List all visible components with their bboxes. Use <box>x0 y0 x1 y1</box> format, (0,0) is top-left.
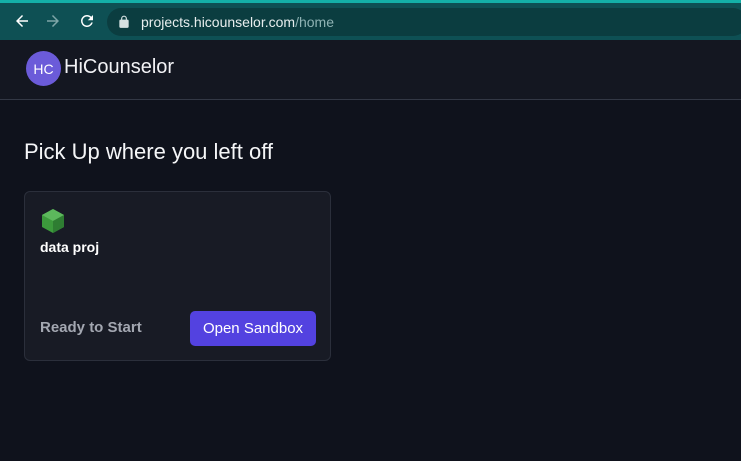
forward-button[interactable] <box>42 10 64 32</box>
app-header: HC HiCounselor <box>0 40 741 100</box>
back-button[interactable] <box>11 10 33 32</box>
open-sandbox-button[interactable]: Open Sandbox <box>190 311 316 346</box>
browser-toolbar: projects.hicounselor.com/home <box>0 0 741 40</box>
url-path: /home <box>295 14 334 30</box>
address-bar[interactable]: projects.hicounselor.com/home <box>107 8 741 36</box>
project-card: data proj Ready to Start Open Sandbox <box>24 191 331 361</box>
url-text: projects.hicounselor.com/home <box>141 14 334 30</box>
page-title: Pick Up where you left off <box>24 139 274 164</box>
avatar[interactable]: HC <box>26 51 61 86</box>
project-name: data proj <box>40 239 100 255</box>
reload-button[interactable] <box>76 10 98 32</box>
url-host: projects.hicounselor.com <box>141 14 296 30</box>
arrow-left-icon <box>16 15 28 27</box>
brand-name[interactable]: HiCounselor <box>64 56 174 79</box>
arrow-right-icon <box>47 15 59 27</box>
project-status: Ready to Start <box>40 319 142 336</box>
reload-icon <box>80 14 93 27</box>
nodejs-hexagon-icon <box>42 209 64 233</box>
lock-icon <box>119 15 129 28</box>
